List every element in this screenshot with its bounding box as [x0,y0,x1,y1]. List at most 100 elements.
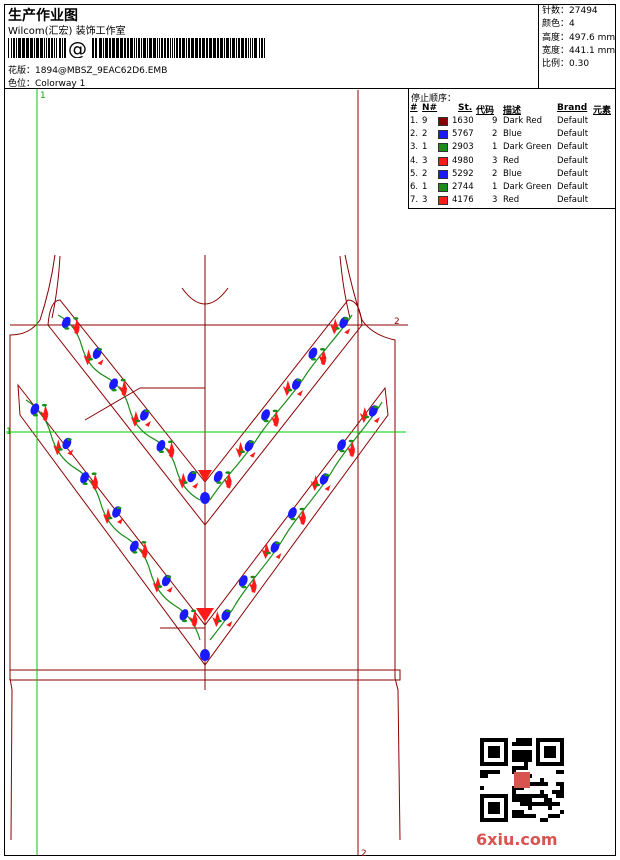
legend-row: 7. 3 4176 3 Red Default [410,195,614,208]
legend-code: 2 [492,129,498,140]
legend-brand: Default [557,195,589,206]
qr-seal [514,772,530,788]
legend-header-n: N# [422,103,438,113]
red-flower [282,380,291,397]
legend-index: 1. [410,116,419,126]
blue-berry [92,347,102,359]
leaf [159,450,164,454]
legend-brand: Default [557,155,589,166]
garment-right-edge [344,254,401,841]
leaf [348,439,354,443]
guide-label-v1: 1 [40,91,46,101]
leaf [120,378,126,382]
blue-berry [339,316,349,329]
leaf [166,575,172,578]
leaf [107,516,113,520]
blue-berry [292,378,301,390]
legend-description: Blue [503,168,522,179]
legend-stitches: 4176 [452,195,474,206]
leaf [216,481,222,484]
legend-row: 4. 3 4980 3 Red Default [410,156,614,169]
color-swatch [438,117,448,126]
red-petal [344,328,351,335]
leaf [132,550,138,554]
red-petal [296,390,303,397]
legend-code: 1 [492,142,498,153]
legend-index: 6. [410,182,419,192]
leaf [250,575,256,579]
blue-berry [368,405,378,417]
legend-code: 1 [492,182,498,192]
leaf [324,473,330,477]
legend-description: Dark Red [503,116,543,126]
leaf [91,472,97,476]
blue-berry [221,609,231,621]
legend-code: 3 [492,155,498,166]
vine [25,399,201,641]
blue-berry [244,440,254,452]
leaf [320,347,325,351]
leaf [32,413,38,417]
legend-stitches: 2744 [452,182,474,192]
legend-description: Blue [503,129,522,140]
legend-description: Dark Green [503,142,552,153]
color-swatch [438,169,448,179]
legend-brand: Default [557,142,589,153]
leaf [364,415,370,419]
watermark-site: 6xiu.com [476,830,558,849]
leaf [88,357,93,361]
legend-row: 6. 1 2744 1 Dark Green Default [410,182,614,195]
legend-row: 1. 9 1630 9 Dark Red Default [410,116,614,129]
leaf [296,378,302,382]
legend-code: 3 [492,195,498,206]
color-swatch [438,130,448,140]
legend-needle: 1 [422,182,428,192]
leaf [41,403,47,407]
leaf [315,483,321,487]
leaf [82,482,88,486]
legend-description: Red [503,155,520,166]
color-swatch [438,156,448,166]
legend-stitches: 4980 [452,155,474,166]
legend-header-desc: 描述 [503,106,522,116]
leaf [299,507,305,511]
leaf [225,609,231,613]
legend-brand: Default [557,129,589,140]
leaf [66,438,72,441]
legend-brand: Default [557,182,589,192]
leaf [272,409,278,413]
leaf [216,619,222,623]
leaf [168,440,173,444]
legend-row: 5. 2 5292 2 Blue Default [410,169,614,182]
legend-stitches: 5292 [452,168,474,179]
legend-description: Red [503,195,520,206]
legend-needle: 3 [422,195,428,206]
leaf [274,541,280,545]
legend-header-brand: Brand [557,103,588,113]
red-flower [130,410,139,427]
leaf [157,585,163,588]
leaf [265,551,271,555]
center-berry-lower [200,649,210,661]
red-flower [103,508,111,524]
legend-index: 7. [410,195,419,206]
blue-berry [62,437,72,450]
red-petal [192,482,199,489]
red-flower [359,407,368,423]
legend-header-code: 代码 [476,106,495,116]
leaf [191,609,197,613]
legend-brand: Default [557,116,589,126]
leaf [73,317,79,320]
leaf [64,327,70,330]
legend-needle: 9 [422,116,428,126]
red-flower [53,439,62,456]
leaf [287,388,293,392]
legend-code: 9 [492,116,498,126]
leaf [111,388,117,392]
red-petal [144,420,151,427]
vine [209,314,353,501]
red-flower [83,349,92,366]
legend-index: 4. [410,155,419,166]
legend-code: 2 [492,168,498,179]
leaf [290,517,296,521]
